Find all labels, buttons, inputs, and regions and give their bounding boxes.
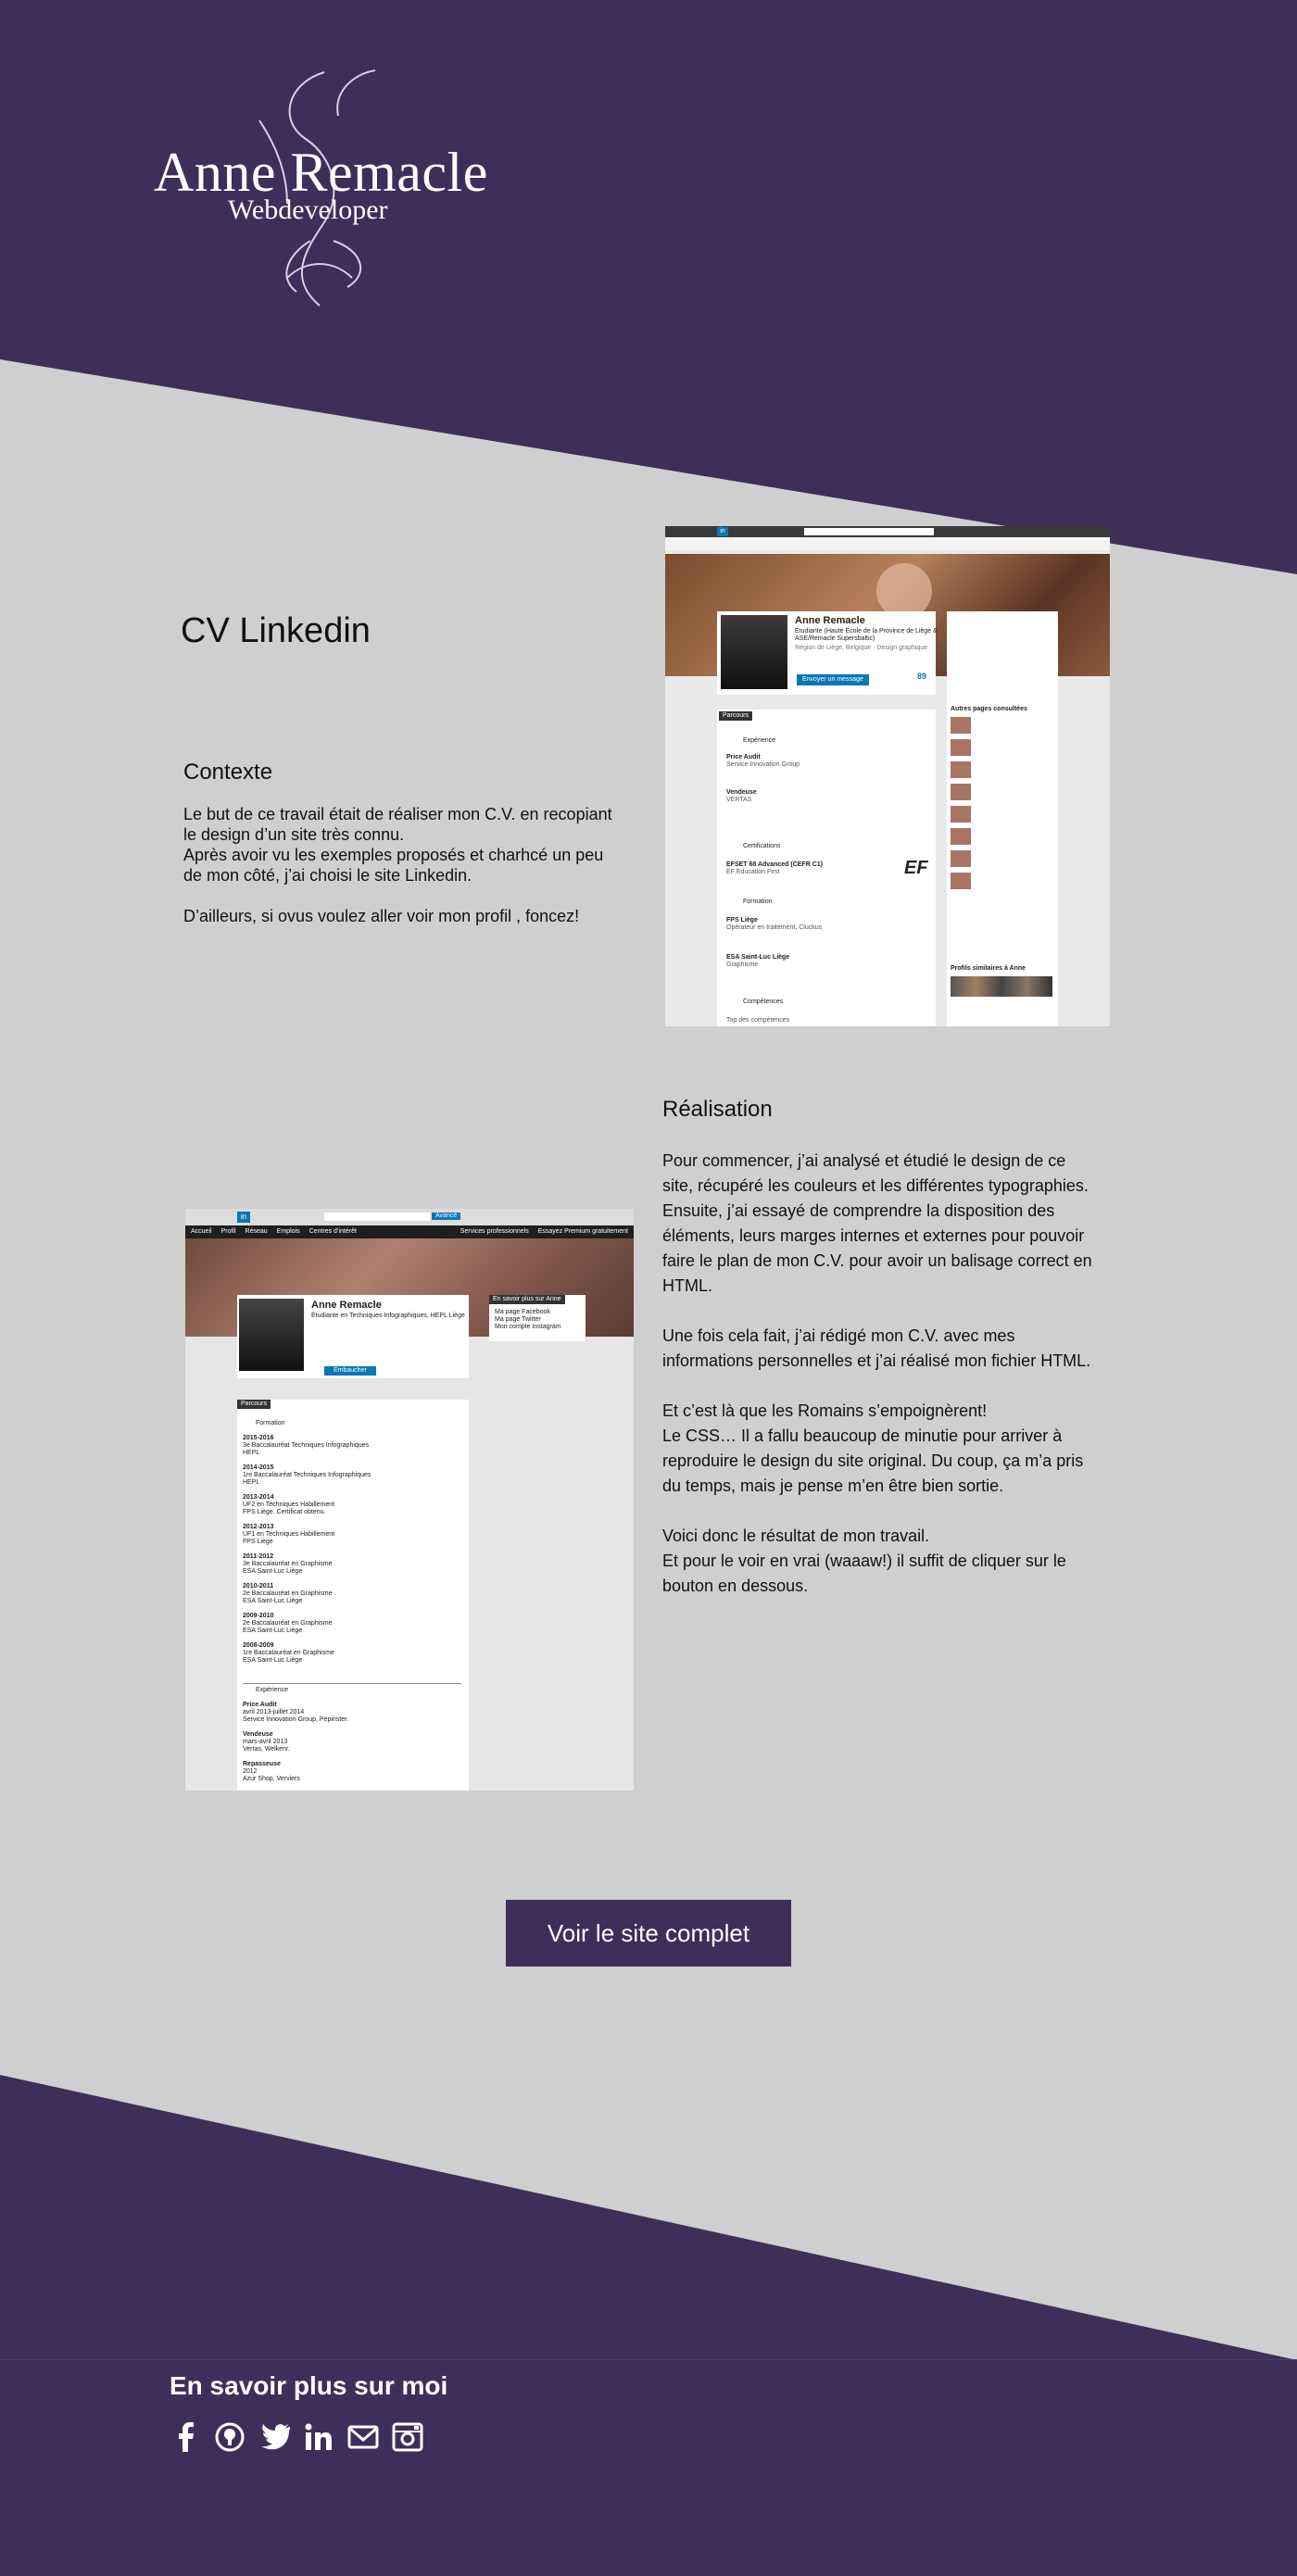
formation-line: HEPL	[243, 1450, 260, 1456]
profile-photo	[721, 615, 787, 689]
formation-year: 2011-2012	[243, 1553, 274, 1560]
formation-line: 2e Baccalauréat en Graphisme	[243, 1620, 333, 1627]
formation-year: 2013-2014	[243, 1494, 274, 1501]
realisation-text: Pour commencer, j’ai analysé et étudié l…	[662, 1151, 1092, 1595]
experience-title: Price Audit	[243, 1702, 277, 1708]
instagram-icon[interactable]	[392, 2421, 423, 2453]
experience-line: Service Innovation Group, Pepinster.	[243, 1716, 349, 1723]
social-links	[170, 2421, 423, 2453]
footer-background	[0, 2075, 1297, 2576]
hire-button: Embaucher	[324, 1366, 376, 1376]
experience-item: Repasseuse 2012 Azur Shop, Verviers	[243, 1761, 348, 1783]
context-text: Le but de ce travail était de réaliser m…	[183, 805, 612, 925]
formation-item: 2012-2013 UF1 en Techniques Habillement FP…	[243, 1524, 371, 1546]
logo[interactable]: Anne Remacle Webdeveloper	[148, 65, 491, 315]
experience-line: 2012	[243, 1768, 258, 1775]
nav-item: Profil	[220, 1228, 236, 1235]
more-link: Ma page Twitter	[495, 1316, 541, 1323]
formation-line: 3e Baccalauréat en Graphisme	[243, 1561, 333, 1567]
formation-line: ESA Saint-Luc Liège	[243, 1657, 303, 1664]
formation-line: HEPL	[243, 1479, 260, 1486]
mail-icon[interactable]	[347, 2421, 379, 2453]
formation-item: 2008-2009 1re Baccalauréat en Graphisme ES…	[243, 1642, 371, 1665]
formation-line: FPS Liège	[243, 1539, 273, 1545]
formation-line: 3e Baccalauréat Techniques Infographique…	[243, 1442, 370, 1449]
formation-year: 2010-2011	[243, 1583, 274, 1590]
formation-line: 1re Baccalauréat en Graphisme	[243, 1650, 334, 1656]
formation-line: UF1 en Techniques Habillement	[243, 1531, 335, 1538]
more-link: Ma page Facebook	[495, 1309, 550, 1315]
experience-item: Price Audit avril 2013-juillet 2014 Servic…	[243, 1702, 348, 1724]
facebook-icon[interactable]	[170, 2421, 201, 2453]
linkedin-icon[interactable]	[303, 2421, 334, 2453]
linkedin-logo-icon: in	[717, 527, 728, 536]
formation-line: 2e Baccalauréat en Graphisme	[243, 1590, 333, 1597]
formation-line: ESA Saint-Luc Liège	[243, 1568, 303, 1575]
context-heading: Contexte	[183, 760, 273, 785]
experience-line: avril 2013-juillet 2014	[243, 1709, 305, 1715]
twitter-icon[interactable]	[258, 2421, 290, 2453]
formation-line: ESA Saint-Luc Liège	[243, 1627, 303, 1634]
nav-item: Centres d’intérêt	[309, 1228, 357, 1235]
formation-year: 2009-2010	[243, 1613, 274, 1619]
message-button: Envoyer un message	[797, 674, 869, 685]
formation-year: 2015-2016	[243, 1435, 274, 1441]
nav-item: Essayez Premium gratuitement	[537, 1228, 628, 1235]
realisation-heading: Réalisation	[662, 1097, 773, 1122]
linkedin-logo-icon: in	[237, 1212, 250, 1223]
formation-item: 2009-2010 2e Baccalauréat en Graphisme ESA…	[243, 1613, 371, 1635]
view-full-site-button[interactable]: Voir le site complet	[506, 1900, 791, 1967]
nav-item: Services professionnels	[460, 1228, 529, 1235]
formation-line: 1re Baccalauréat Techniques Infographiqu…	[243, 1472, 371, 1478]
experience-line: mars-avril 2013	[243, 1739, 288, 1745]
formation-line: FPS Liège. Certificat obtenu.	[243, 1509, 326, 1515]
experience-title: Vendeuse	[243, 1731, 273, 1738]
formation-item: 2011-2012 3e Baccalauréat en Graphisme ESA…	[243, 1553, 371, 1576]
formation-line: UF2 en Techniques Habillement	[243, 1502, 335, 1508]
nav-item: Accueil	[191, 1228, 212, 1235]
linkedin-original-screenshot: in Anne Remacle Étudiante (Haute École d…	[665, 526, 1110, 1026]
experience-title: Repasseuse	[243, 1761, 281, 1767]
experience-line: Vertas, Welkenr.	[243, 1746, 290, 1753]
formation-item: 2013-2014 UF2 en Techniques Habillement FP…	[243, 1494, 371, 1516]
profile-photo	[239, 1299, 304, 1371]
formation-item: 2010-2011 2e Baccalauréat en Graphisme ESA…	[243, 1583, 371, 1605]
formation-year: 2012-2013	[243, 1524, 274, 1530]
experience-line: Azur Shop, Verviers	[243, 1776, 300, 1782]
footer-divider	[0, 2359, 1297, 2360]
more-link: Mon compte Instagram	[495, 1324, 561, 1330]
nav-item: Emplois	[276, 1228, 300, 1235]
cv-result-screenshot: in Avancé Accueil Profil Réseau Emplois Cent…	[185, 1209, 634, 1791]
github-icon[interactable]	[214, 2421, 246, 2453]
experience-item: Vendeuse mars-avril 2013 Vertas, Welkenr.	[243, 1731, 348, 1753]
formation-year: 2014-2015	[243, 1464, 274, 1471]
formation-line: ESA Saint-Luc Liège	[243, 1598, 303, 1604]
footer-title: En savoir plus sur moi	[170, 2371, 448, 2400]
formation-item: 2014-2015 1re Baccalauréat Techniques Inf…	[243, 1464, 371, 1487]
formation-item: 2015-2016 3e Baccalauréat Techniques Info…	[243, 1435, 371, 1457]
formation-year: 2008-2009	[243, 1642, 274, 1649]
page-title: CV Linkedin	[181, 611, 371, 650]
logo-subtitle: Webdeveloper	[228, 195, 388, 225]
ef-logo: EF	[904, 858, 928, 878]
profile-name: Anne Remacle	[795, 615, 865, 626]
nav-item: Réseau	[245, 1228, 268, 1235]
